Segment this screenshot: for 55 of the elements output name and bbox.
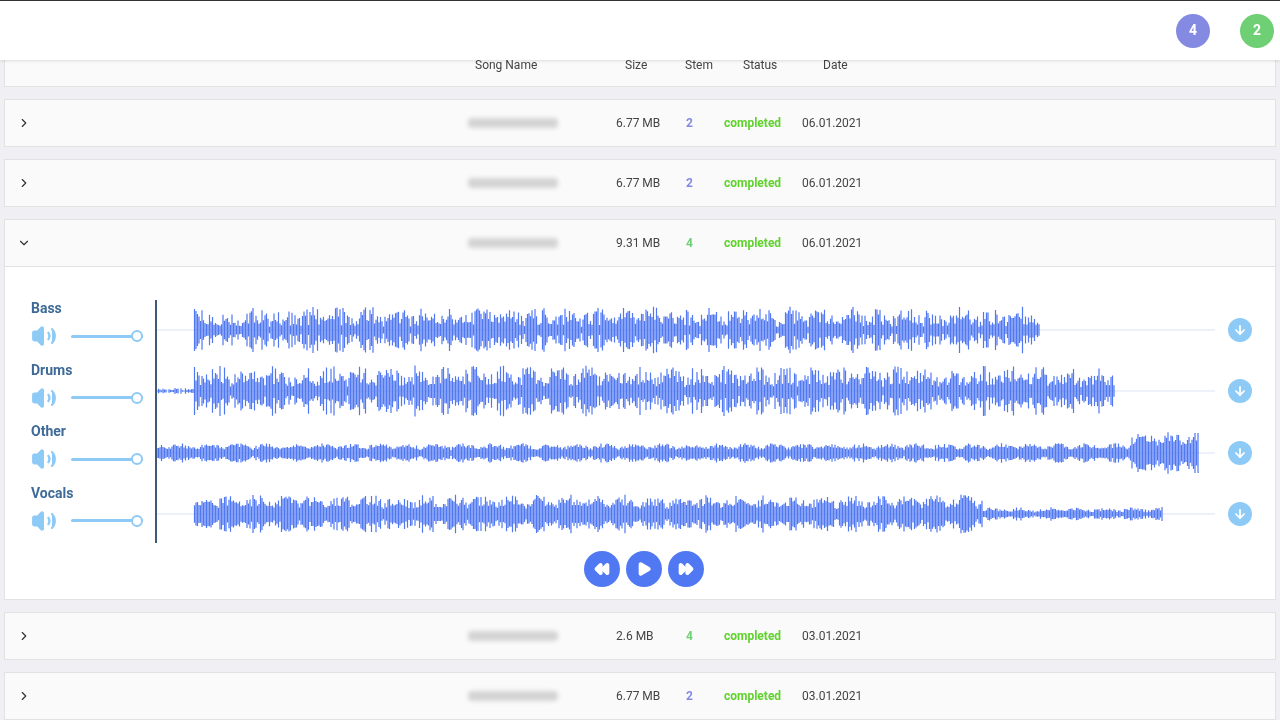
column-header: Size (625, 60, 649, 70)
status-text: completed (724, 175, 783, 192)
size-text: 6.77 MB (616, 115, 662, 132)
size-text: 6.77 MB (616, 175, 662, 192)
status-text: completed (724, 115, 783, 132)
play-icon (636, 561, 652, 577)
download-button[interactable] (1228, 440, 1252, 465)
track-name: Bass (31, 299, 62, 317)
date-text: 06.01.2021 (802, 235, 863, 252)
arrow-down-icon (1233, 384, 1247, 399)
volume-slider[interactable] (71, 391, 143, 404)
date-text: 06.01.2021 (802, 115, 863, 132)
track-name: Other (31, 422, 66, 440)
status-text: completed (724, 235, 783, 252)
stem-count: 4 (686, 235, 694, 252)
stem-count: 2 (686, 115, 694, 132)
track-name: Vocals (31, 483, 74, 502)
column-header: Song Name (475, 60, 539, 70)
volume-icon[interactable] (31, 323, 57, 349)
slider-thumb[interactable] (131, 330, 143, 342)
rewind-icon (594, 561, 610, 577)
slider-thumb[interactable] (131, 391, 143, 404)
date-text: 03.01.2021 (802, 688, 863, 705)
stem-count: 2 (686, 688, 694, 705)
download-button[interactable] (1228, 379, 1252, 404)
download-button[interactable] (1228, 317, 1252, 342)
slider-thumb[interactable] (131, 453, 143, 465)
size-text: 9.31 MB (616, 235, 662, 252)
stem-count: 2 (686, 175, 694, 192)
status-text: completed (724, 688, 783, 705)
volume-slider[interactable] (71, 453, 143, 465)
size-text: 2.6 MB (616, 628, 655, 645)
arrow-down-icon (1233, 445, 1247, 460)
count-badge[interactable]: 2 (1240, 13, 1274, 48)
date-text: 06.01.2021 (802, 175, 863, 192)
status-text: completed (724, 628, 783, 645)
column-header: Date (823, 60, 848, 70)
arrow-down-icon (1233, 322, 1247, 337)
column-header: Status (743, 60, 779, 70)
play-button[interactable] (626, 551, 662, 587)
arrow-down-icon (1233, 507, 1247, 522)
download-button[interactable] (1228, 502, 1252, 527)
stem-count: 4 (686, 628, 694, 645)
volume-slider[interactable] (71, 330, 143, 342)
size-text: 6.77 MB (616, 688, 662, 705)
column-header: Stem (685, 60, 714, 70)
volume-icon[interactable] (31, 446, 57, 472)
count-badge[interactable]: 4 (1176, 13, 1210, 48)
rewind-button[interactable] (584, 551, 620, 587)
slider-thumb[interactable] (131, 514, 143, 527)
fast-forward-button[interactable] (668, 551, 704, 587)
volume-slider[interactable] (71, 514, 143, 527)
fast-forward-icon (678, 561, 694, 577)
track-name: Drums (31, 360, 73, 379)
date-text: 03.01.2021 (802, 628, 863, 645)
